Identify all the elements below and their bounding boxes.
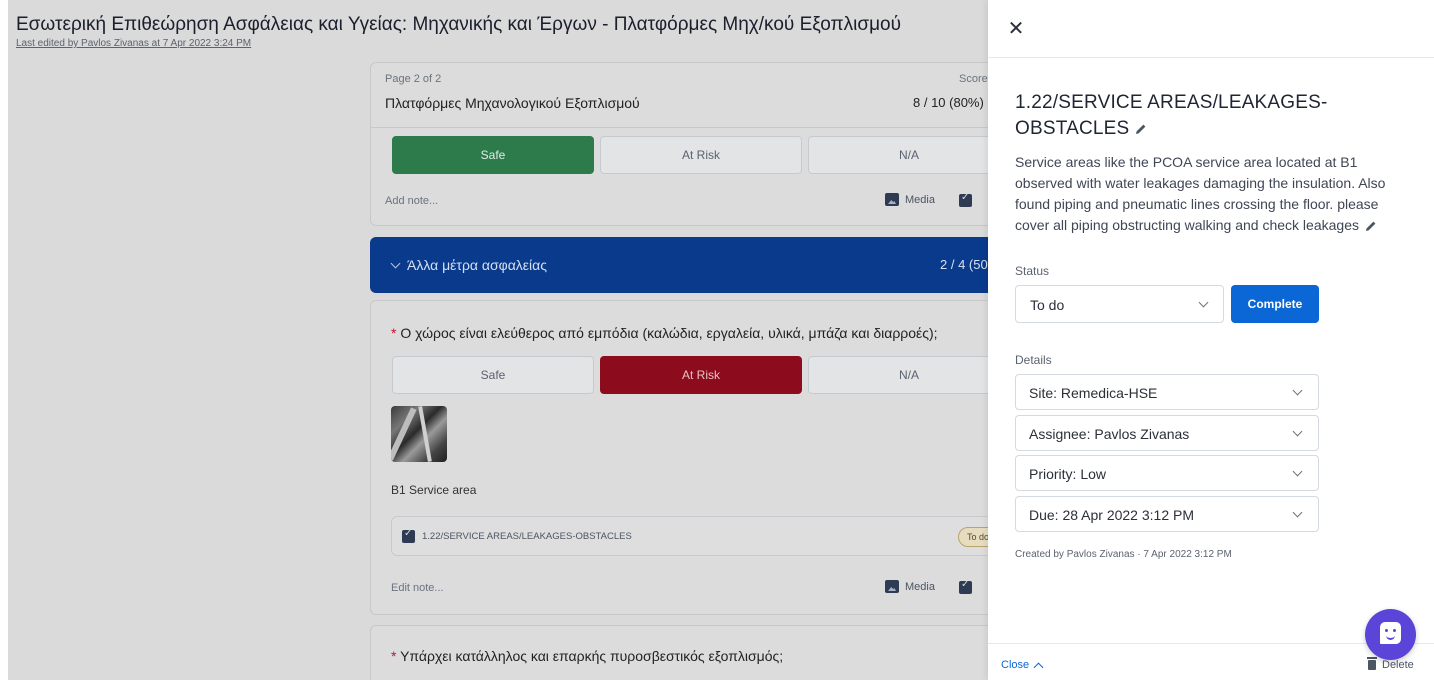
close-label: Close (1001, 659, 1030, 671)
action-description[interactable]: Service areas like the PCOA service area… (1015, 152, 1415, 236)
media-button[interactable]: Media (885, 580, 935, 593)
response-at-risk-button[interactable]: At Risk (600, 356, 802, 394)
section-header[interactable]: Άλλα μέτρα ασφαλείας 2 / 4 (50%) (370, 237, 988, 293)
trash-icon (1367, 657, 1377, 670)
priority-value: Priority: Low (1029, 466, 1107, 482)
media-label: Media (905, 580, 935, 593)
chevron-down-icon (390, 258, 401, 268)
page-header: Εσωτερική Επιθεώρηση Ασφάλειας και Υγεία… (8, 0, 988, 58)
photo-caption: B1 Service area (391, 483, 477, 497)
action-row[interactable]: 1.22/SERVICE AREAS/LEAKAGES-OBSTACLES To… (391, 516, 988, 556)
status-value: To do (1030, 297, 1065, 313)
chat-assistant-icon (1380, 622, 1401, 644)
pencil-icon[interactable] (1365, 220, 1377, 232)
complete-button[interactable]: Complete (1231, 285, 1319, 323)
media-label: Media (905, 193, 935, 206)
question-text: * Υπάρχει κατάλληλος και επαρκής πυροσβε… (391, 648, 783, 664)
chevron-down-icon (1198, 297, 1209, 308)
created-by-text: Created by Pavlos Zivanas · 7 Apr 2022 3… (1015, 549, 1232, 560)
left-edge (0, 0, 8, 680)
section-title: Άλλα μέτρα ασφαλείας (390, 257, 547, 273)
inspection-page: Εσωτερική Επιθεώρηση Ασφάλειας και Υγεία… (0, 0, 988, 680)
response-na-button[interactable]: N/A (808, 356, 988, 394)
assignee-value: Assignee: Pavlos Zivanas (1029, 426, 1190, 442)
image-icon (885, 580, 899, 593)
action-title: 1.22/SERVICE AREAS/LEAKAGES-OBSTACLES (422, 531, 632, 542)
section-name: Πλατφόρμες Μηχανολογικού Εξοπλισμού (385, 95, 640, 111)
close-icon[interactable]: ✕ (1005, 18, 1027, 40)
delete-button[interactable]: Delete (1367, 657, 1414, 671)
section-title-text: Άλλα μέτρα ασφαλείας (407, 257, 547, 273)
image-icon (885, 193, 899, 206)
chevron-up-icon (1033, 662, 1044, 672)
response-safe-button[interactable]: Safe (392, 136, 594, 174)
site-value: Site: Remedica-HSE (1029, 385, 1158, 401)
action-icon[interactable] (959, 579, 972, 594)
due-date-value: Due: 28 Apr 2022 3:12 PM (1029, 507, 1194, 523)
page-info: Page 2 of 2 (385, 73, 442, 85)
response-na-button[interactable]: N/A (808, 136, 988, 174)
page-card: Page 2 of 2 Score Πλατφόρμες Μηχανολογικ… (370, 62, 988, 226)
details-label: Details (1015, 353, 1052, 367)
action-icon (402, 528, 415, 543)
divider (371, 127, 988, 128)
question-card: * Υπάρχει κατάλληλος και επαρκής πυροσβε… (370, 625, 988, 680)
question-label: Υπάρχει κατάλληλος και επαρκής πυροσβεστ… (400, 648, 784, 664)
photo-thumbnail[interactable] (391, 406, 447, 462)
priority-select[interactable]: Priority: Low (1015, 455, 1319, 491)
action-title[interactable]: 1.22/SERVICE AREAS/LEAKAGES-OBSTACLES (1015, 90, 1375, 142)
section-score: 2 / 4 (50%) (940, 257, 988, 272)
page-title: Εσωτερική Επιθεώρηση Ασφάλειας και Υγεία… (16, 14, 901, 35)
add-note-link[interactable]: Add note... (385, 195, 438, 207)
question-label: Ο χώρος είναι ελεύθερος από εμπόδια (καλ… (400, 325, 938, 341)
action-drawer: ✕ 1.22/SERVICE AREAS/LEAKAGES-OBSTACLES … (988, 0, 1434, 680)
pencil-icon[interactable] (1135, 123, 1147, 135)
chevron-down-icon (1292, 466, 1303, 477)
chevron-down-icon (1292, 385, 1303, 396)
media-button[interactable]: Media (885, 193, 935, 206)
chat-assistant-button[interactable] (1365, 609, 1416, 660)
status-badge: To do (958, 527, 988, 547)
close-drawer-button[interactable]: Close (1001, 659, 1044, 672)
question-text: * Ο χώρος είναι ελεύθερος από εμπόδια (κ… (391, 325, 938, 341)
score-value: 8 / 10 (80%) (913, 95, 984, 110)
required-marker: * (391, 648, 401, 664)
site-select[interactable]: Site: Remedica-HSE (1015, 374, 1319, 410)
response-at-risk-button[interactable]: At Risk (600, 136, 802, 174)
chevron-down-icon (1292, 507, 1303, 518)
score-label: Score (959, 73, 988, 85)
status-select[interactable]: To do (1015, 285, 1224, 323)
action-title-text: 1.22/SERVICE AREAS/LEAKAGES-OBSTACLES (1015, 92, 1328, 139)
assignee-select[interactable]: Assignee: Pavlos Zivanas (1015, 415, 1319, 451)
delete-label: Delete (1382, 659, 1414, 671)
due-date-select[interactable]: Due: 28 Apr 2022 3:12 PM (1015, 496, 1319, 532)
action-icon[interactable] (959, 192, 972, 207)
description-text: Service areas like the PCOA service area… (1015, 154, 1386, 233)
required-marker: * (391, 325, 401, 341)
question-card: * Ο χώρος είναι ελεύθερος από εμπόδια (κ… (370, 300, 988, 615)
response-safe-button[interactable]: Safe (392, 356, 594, 394)
edit-note-link[interactable]: Edit note... (391, 582, 444, 594)
chevron-down-icon (1292, 426, 1303, 437)
status-label: Status (1015, 264, 1050, 278)
last-edited-link[interactable]: Last edited by Pavlos Zivanas at 7 Apr 2… (16, 38, 251, 49)
divider (988, 57, 1434, 58)
